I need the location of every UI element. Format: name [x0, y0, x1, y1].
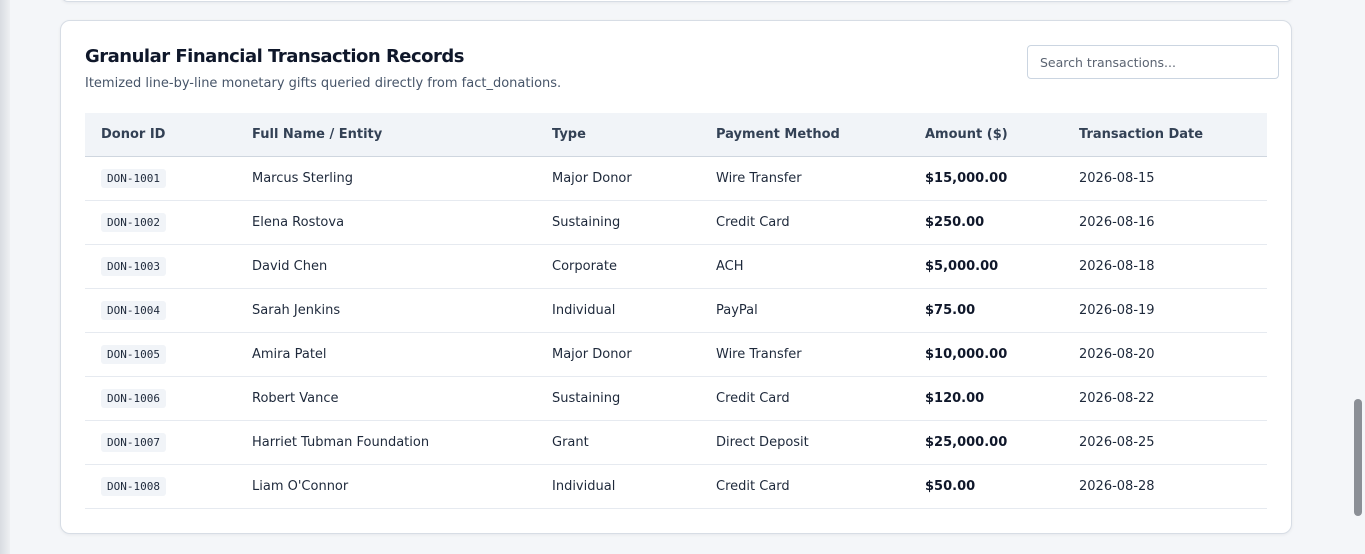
amount-cell: $50.00	[909, 464, 1063, 509]
vertical-scrollbar[interactable]	[1352, 0, 1365, 554]
amount-cell: $120.00	[909, 376, 1063, 421]
table-body: DON-1001 Marcus Sterling Major Donor Wir…	[85, 156, 1267, 509]
section-subtitle: Itemized line-by-line monetary gifts que…	[85, 76, 562, 91]
table-row[interactable]: DON-1008 Liam O'Connor Individual Credit…	[85, 464, 1267, 509]
table-row[interactable]: DON-1004 Sarah Jenkins Individual PayPal…	[85, 288, 1267, 333]
payment-method-cell: Direct Deposit	[700, 420, 909, 465]
amount-cell: $10,000.00	[909, 332, 1063, 377]
amount-cell: $15,000.00	[909, 156, 1063, 201]
name-cell: Marcus Sterling	[236, 156, 536, 201]
table-header: Donor ID Full Name / Entity Type Payment…	[85, 113, 1267, 157]
donor-id-badge: DON-1007	[101, 432, 166, 452]
payment-method-cell: Credit Card	[700, 376, 909, 421]
donor-id-badge: DON-1001	[101, 168, 166, 188]
amount-cell: $5,000.00	[909, 244, 1063, 289]
donor-id-cell: DON-1008	[85, 464, 236, 509]
name-cell: David Chen	[236, 244, 536, 289]
date-cell: 2026-08-16	[1063, 200, 1267, 245]
donor-id-cell: DON-1002	[85, 200, 236, 245]
amount-cell: $250.00	[909, 200, 1063, 245]
type-cell: Grant	[536, 420, 700, 465]
type-cell: Sustaining	[536, 200, 700, 245]
payment-method-cell: ACH	[700, 244, 909, 289]
table-row[interactable]: DON-1003 David Chen Corporate ACH $5,000…	[85, 244, 1267, 289]
type-cell: Major Donor	[536, 332, 700, 377]
column-header-amount[interactable]: Amount ($)	[909, 113, 1063, 157]
payment-method-cell: Credit Card	[700, 464, 909, 509]
column-header-donor-id[interactable]: Donor ID	[85, 113, 236, 157]
section-title: Granular Financial Transaction Records	[85, 46, 465, 67]
date-cell: 2026-08-25	[1063, 420, 1267, 465]
donor-id-cell: DON-1005	[85, 332, 236, 377]
donor-id-badge: DON-1002	[101, 212, 166, 232]
payment-method-cell: Wire Transfer	[700, 332, 909, 377]
table-row[interactable]: DON-1007 Harriet Tubman Foundation Grant…	[85, 420, 1267, 465]
donor-id-badge: DON-1003	[101, 256, 166, 276]
name-cell: Amira Patel	[236, 332, 536, 377]
transactions-table: Donor ID Full Name / Entity Type Payment…	[85, 113, 1267, 509]
amount-cell: $25,000.00	[909, 420, 1063, 465]
type-cell: Individual	[536, 288, 700, 333]
date-cell: 2026-08-22	[1063, 376, 1267, 421]
table-row[interactable]: DON-1006 Robert Vance Sustaining Credit …	[85, 376, 1267, 421]
type-cell: Major Donor	[536, 156, 700, 201]
column-header-type[interactable]: Type	[536, 113, 700, 157]
donor-id-badge: DON-1006	[101, 388, 166, 408]
date-cell: 2026-08-19	[1063, 288, 1267, 333]
date-cell: 2026-08-15	[1063, 156, 1267, 201]
table-row[interactable]: DON-1002 Elena Rostova Sustaining Credit…	[85, 200, 1267, 245]
transactions-card: Granular Financial Transaction Records I…	[60, 20, 1292, 534]
payment-method-cell: Wire Transfer	[700, 156, 909, 201]
previous-card-edge	[61, 0, 1293, 2]
table-header-row: Donor ID Full Name / Entity Type Payment…	[85, 113, 1267, 157]
payment-method-cell: Credit Card	[700, 200, 909, 245]
table-row[interactable]: DON-1005 Amira Patel Major Donor Wire Tr…	[85, 332, 1267, 377]
date-cell: 2026-08-20	[1063, 332, 1267, 377]
donor-id-badge: DON-1008	[101, 476, 166, 496]
donor-id-cell: DON-1001	[85, 156, 236, 201]
name-cell: Elena Rostova	[236, 200, 536, 245]
scrollbar-thumb[interactable]	[1354, 399, 1362, 516]
donor-id-cell: DON-1004	[85, 288, 236, 333]
amount-cell: $75.00	[909, 288, 1063, 333]
type-cell: Sustaining	[536, 376, 700, 421]
donor-id-cell: DON-1006	[85, 376, 236, 421]
column-header-name[interactable]: Full Name / Entity	[236, 113, 536, 157]
column-header-payment-method[interactable]: Payment Method	[700, 113, 909, 157]
payment-method-cell: PayPal	[700, 288, 909, 333]
type-cell: Corporate	[536, 244, 700, 289]
donor-id-cell: DON-1003	[85, 244, 236, 289]
name-cell: Robert Vance	[236, 376, 536, 421]
search-input[interactable]	[1027, 45, 1279, 79]
table-row[interactable]: DON-1001 Marcus Sterling Major Donor Wir…	[85, 156, 1267, 201]
name-cell: Liam O'Connor	[236, 464, 536, 509]
date-cell: 2026-08-18	[1063, 244, 1267, 289]
date-cell: 2026-08-28	[1063, 464, 1267, 509]
donor-id-badge: DON-1004	[101, 300, 166, 320]
name-cell: Sarah Jenkins	[236, 288, 536, 333]
left-edge-shadow	[0, 0, 10, 554]
donor-id-badge: DON-1005	[101, 344, 166, 364]
name-cell: Harriet Tubman Foundation	[236, 420, 536, 465]
type-cell: Individual	[536, 464, 700, 509]
column-header-date[interactable]: Transaction Date	[1063, 113, 1267, 157]
donor-id-cell: DON-1007	[85, 420, 236, 465]
